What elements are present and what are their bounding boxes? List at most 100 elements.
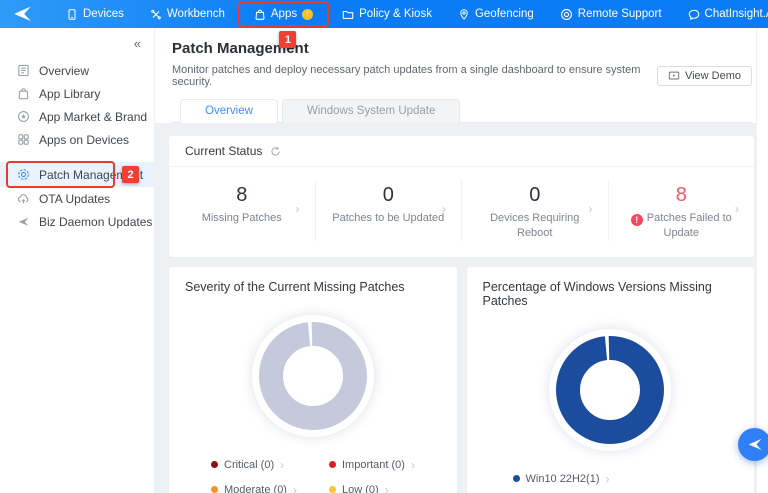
sidebar: « Overview App Library App Market & Bran… — [0, 28, 155, 493]
devices-icon — [66, 8, 78, 21]
legend-label: Win10 22H2(1) — [526, 473, 600, 485]
workbench-icon — [150, 8, 162, 21]
sidebar-item-overview[interactable]: Overview — [0, 59, 154, 82]
nav-label: Remote Support — [578, 8, 662, 20]
legend-dot — [329, 461, 336, 468]
nav-item-devices[interactable]: Devices — [53, 0, 137, 28]
legend-label: Critical (0) — [224, 459, 274, 471]
windows-donut-chart — [549, 329, 671, 451]
windows-legend: Win10 22H2(1) › — [513, 472, 739, 486]
chevron-right-icon: › — [442, 202, 446, 216]
severity-chart-title: Severity of the Current Missing Patches — [185, 280, 441, 294]
legend-label: Moderate (0) — [224, 484, 287, 493]
nav-item-policy-kiosk[interactable]: Policy & Kiosk — [329, 0, 445, 28]
folder-icon — [342, 8, 354, 21]
chevron-right-icon: › — [280, 458, 284, 472]
scrollbar-track[interactable] — [756, 28, 768, 493]
sidebar-item-patch-management[interactable]: Patch Management 2 — [0, 162, 154, 187]
sidebar-item-app-library[interactable]: App Library — [0, 82, 154, 105]
app-library-icon — [17, 87, 30, 100]
legend-label: Important (0) — [342, 459, 405, 471]
nav-label: Geofencing — [475, 8, 534, 20]
nav-label: Apps — [271, 8, 297, 20]
stat-missing-patches[interactable]: 8 Missing Patches › — [169, 180, 315, 241]
sidebar-item-app-market[interactable]: App Market & Brand — [0, 105, 154, 128]
lifebuoy-icon — [560, 8, 573, 21]
stat-value: 8 — [609, 182, 755, 208]
windows-versions-chart-card: Percentage of Windows Versions Missing P… — [466, 266, 756, 493]
chevron-right-icon: › — [296, 202, 300, 216]
annotation-step-1: 1 — [279, 31, 296, 48]
sidebar-item-apps-on-devices[interactable]: Apps on Devices — [0, 128, 154, 151]
airdroid-logo[interactable] — [10, 4, 41, 24]
patch-management-icon — [17, 168, 30, 181]
legend-dot — [329, 486, 336, 493]
legend-item-win10-22h2[interactable]: Win10 22H2(1) › — [513, 472, 739, 486]
nav-item-geofencing[interactable]: Geofencing — [445, 0, 547, 28]
nav-item-chatinsight[interactable]: ChatInsight.AI — [675, 0, 768, 28]
sidebar-collapse-button[interactable]: « — [0, 34, 154, 59]
nav-label: ChatInsight.AI — [705, 8, 768, 20]
map-pin-icon — [458, 8, 470, 21]
top-nav: Devices Workbench Apps ↑ 1 Policy & Kios… — [0, 0, 768, 28]
nav-item-workbench[interactable]: Workbench — [137, 0, 238, 28]
chevron-right-icon: › — [735, 202, 739, 216]
tab-windows-system-update[interactable]: Windows System Update — [282, 99, 460, 123]
nav-label: Policy & Kiosk — [359, 8, 432, 20]
stat-value: 0 — [316, 182, 462, 208]
current-status-title: Current Status — [185, 144, 262, 158]
legend-item-important[interactable]: Important (0) › — [329, 458, 441, 472]
sidebar-item-biz-daemon-updates[interactable]: Biz Daemon Updates — [0, 210, 154, 233]
apps-update-badge: ↑ — [302, 9, 313, 20]
stat-label: !Patches Failed to Update — [622, 211, 740, 241]
nav-item-apps[interactable]: Apps ↑ 1 — [244, 0, 323, 28]
page-title: Patch Management — [172, 40, 752, 57]
sidebar-label: Overview — [39, 64, 89, 78]
stat-label: Devices Requiring Reboot — [476, 211, 594, 241]
paper-plane-icon — [746, 436, 764, 453]
nav-item-remote-support[interactable]: Remote Support — [547, 0, 675, 28]
nav-label: Devices — [83, 8, 124, 20]
sidebar-label: Apps on Devices — [39, 133, 129, 147]
apps-grid-icon — [17, 133, 30, 146]
view-demo-label: View Demo — [685, 70, 741, 82]
chevron-right-icon: › — [605, 472, 609, 486]
legend-item-moderate[interactable]: Moderate (0) › — [211, 483, 329, 493]
overview-icon — [17, 64, 30, 77]
view-demo-button[interactable]: View Demo — [657, 66, 752, 86]
severity-chart-card: Severity of the Current Missing Patches … — [168, 266, 458, 493]
chevron-right-icon: › — [589, 202, 593, 216]
legend-dot — [211, 461, 218, 468]
stat-patches-failed-to-update[interactable]: 8 !Patches Failed to Update › — [608, 180, 755, 241]
sidebar-item-ota-updates[interactable]: OTA Updates — [0, 187, 154, 210]
severity-donut-chart — [252, 315, 374, 437]
apps-bag-icon — [254, 8, 266, 21]
sidebar-label: App Market & Brand — [39, 110, 147, 124]
chat-bubble-icon — [688, 8, 700, 21]
windows-chart-title: Percentage of Windows Versions Missing P… — [483, 280, 739, 308]
ota-cloud-icon — [17, 192, 30, 205]
stat-patches-to-be-updated[interactable]: 0 Patches to be Updated › — [315, 180, 462, 241]
page-header: Patch Management Monitor patches and dep… — [155, 28, 768, 123]
app-market-icon — [17, 110, 30, 123]
sidebar-label: Biz Daemon Updates — [39, 215, 152, 229]
stat-label: Missing Patches — [183, 211, 301, 226]
stat-value: 0 — [462, 182, 608, 208]
legend-dot — [513, 475, 520, 482]
airdroid-float-button[interactable] — [738, 428, 768, 461]
alert-icon: ! — [631, 214, 643, 226]
sidebar-label: App Library — [39, 87, 100, 101]
legend-item-low[interactable]: Low (0) › — [329, 483, 441, 493]
legend-item-critical[interactable]: Critical (0) › — [211, 458, 329, 472]
main-area: Patch Management Monitor patches and dep… — [155, 28, 768, 493]
paper-plane-icon — [12, 4, 33, 24]
chevron-right-icon: › — [293, 483, 297, 493]
status-stats-row: 8 Missing Patches › 0 Patches to be Upda… — [169, 167, 754, 257]
stat-value: 8 — [169, 182, 315, 208]
stat-devices-requiring-reboot[interactable]: 0 Devices Requiring Reboot › — [461, 180, 608, 241]
page-subtitle: Monitor patches and deploy necessary pat… — [172, 64, 645, 88]
tab-overview[interactable]: Overview — [180, 99, 278, 123]
content-area: Current Status 8 Missing Patches › — [155, 123, 768, 493]
refresh-icon[interactable] — [270, 146, 281, 157]
chevron-right-icon: › — [385, 483, 389, 493]
